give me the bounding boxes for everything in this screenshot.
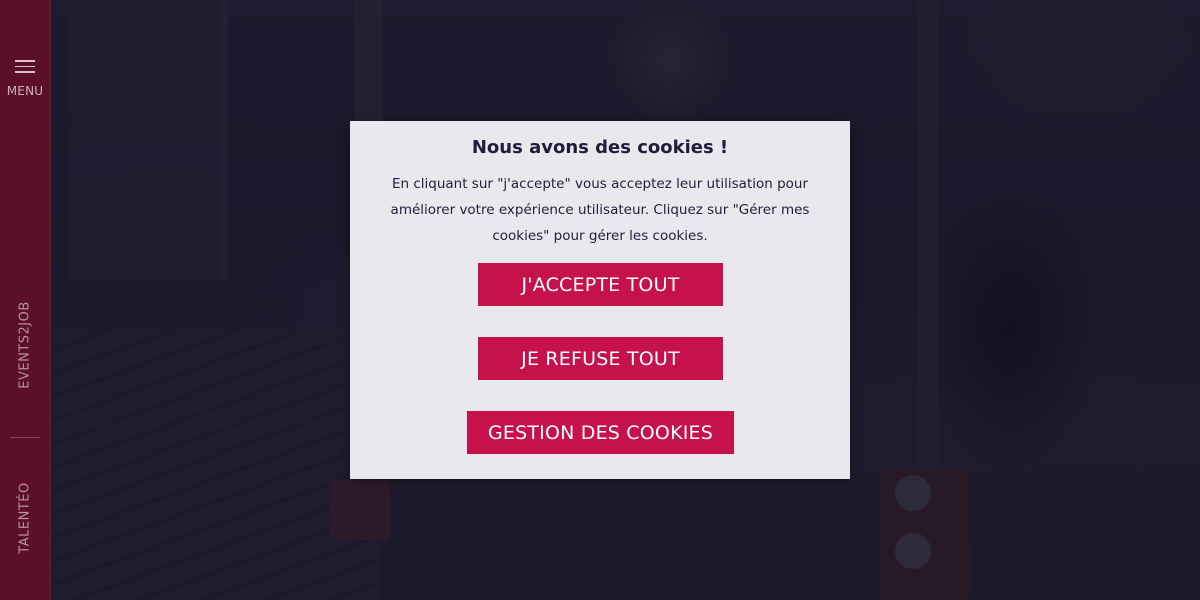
menu-label: MENU <box>6 84 44 98</box>
sidebar-link-events2job[interactable]: EVENTS2JOB <box>18 301 33 389</box>
sidebar-link-talenteo[interactable]: TALENTÉO <box>18 482 33 553</box>
modal-title: Nous avons des cookies ! <box>471 137 729 158</box>
sidebar: MENU EVENTS2JOB TALENTÉO <box>0 0 51 600</box>
refuse-all-button[interactable]: JE REFUSE TOUT <box>478 337 723 380</box>
modal-description: En cliquant sur "j'accepte" vous accepte… <box>390 176 810 244</box>
page: MENU EVENTS2JOB TALENTÉO Nous avons des … <box>0 0 1200 600</box>
cookie-consent-modal: Nous avons des cookies ! En cliquant sur… <box>350 121 850 479</box>
manage-cookies-button[interactable]: GESTION DES COOKIES <box>467 411 734 454</box>
sidebar-divider <box>10 437 40 438</box>
hamburger-icon <box>15 60 35 74</box>
menu-button[interactable]: MENU <box>0 56 50 104</box>
accept-all-button[interactable]: J'ACCEPTE TOUT <box>478 263 723 306</box>
